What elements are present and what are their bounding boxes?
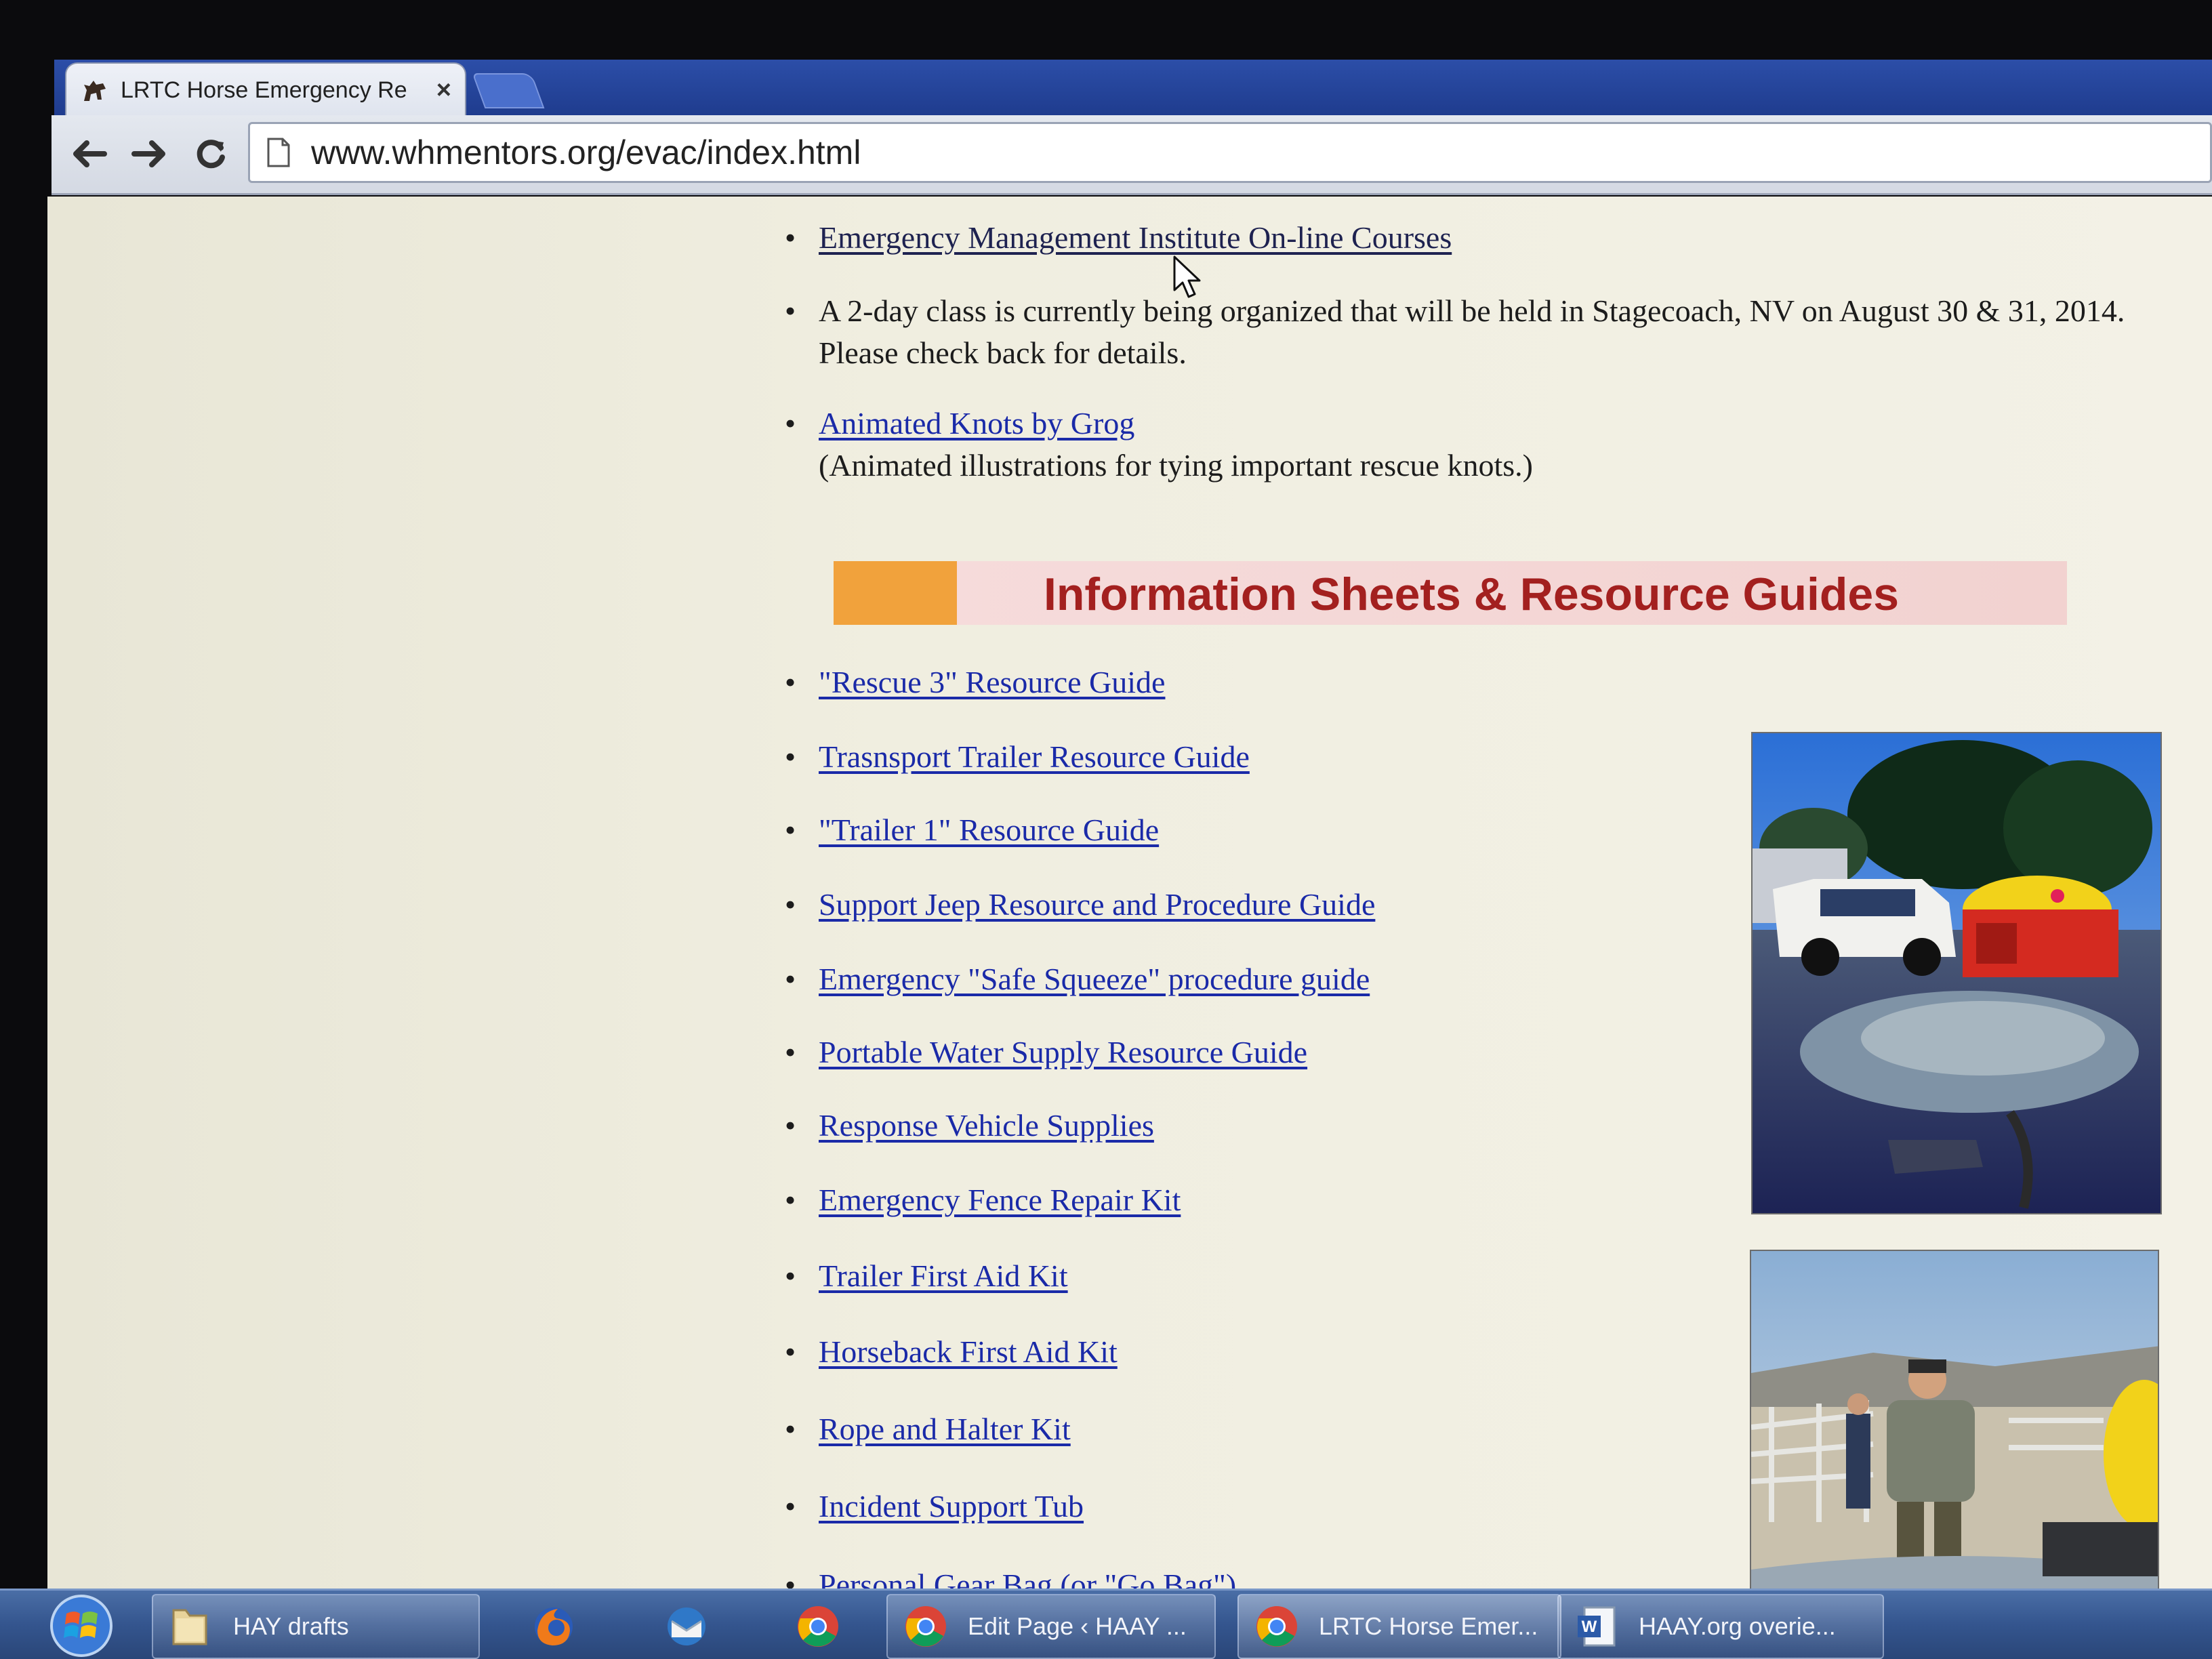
forward-button[interactable] — [126, 130, 173, 178]
folder-icon — [172, 1609, 207, 1645]
list-item: • Trasnsport Trailer Resource Guide — [785, 736, 1250, 778]
class-announcement-text: A 2-day class is currently being organiz… — [819, 293, 2125, 328]
chrome-icon — [1256, 1606, 1297, 1647]
thunderbird-icon — [668, 1607, 705, 1645]
resource-link-horseback-first-aid[interactable]: Horseback First Aid Kit — [819, 1334, 1118, 1369]
list-item: • Personal Gear Bag (or "Go Bag") — [785, 1564, 1236, 1589]
taskbar-item-label: Edit Page ‹ HAAY ... — [968, 1612, 1187, 1640]
bullet: • — [785, 406, 796, 441]
resource-link-incident-tub[interactable]: Incident Support Tub — [819, 1489, 1084, 1523]
section-banner: Information Sheets & Resource Guides — [834, 561, 2067, 625]
back-button[interactable] — [65, 130, 112, 178]
url-text: www.whmentors.org/evac/index.html — [311, 134, 861, 171]
bullet: • — [785, 1489, 796, 1523]
rescue-vehicles-image — [1753, 733, 2160, 1213]
list-item: • Animated Knots by Grog (Animated illus… — [785, 403, 1533, 487]
tab-close-icon[interactable]: × — [436, 76, 451, 105]
taskbar-item-haay-overview[interactable]: W HAAY.org overie... — [1557, 1594, 1884, 1659]
resource-link-trailer1[interactable]: "Trailer 1" Resource Guide — [819, 813, 1159, 847]
page-viewport: • Emergency Management Institute On-line… — [47, 197, 2212, 1589]
taskbar-item-lrtc[interactable]: LRTC Horse Emer... — [1237, 1594, 1561, 1659]
resource-link-fence-repair[interactable]: Emergency Fence Repair Kit — [819, 1183, 1181, 1217]
taskbar-item-label: HAAY.org overie... — [1639, 1612, 1836, 1640]
bullet: • — [785, 1035, 796, 1069]
taskbar-item-hay-drafts[interactable]: HAY drafts — [152, 1594, 480, 1659]
bullet: • — [785, 1258, 796, 1293]
resource-link-trailer-first-aid[interactable]: Trailer First Aid Kit — [819, 1258, 1068, 1293]
mouse-cursor-icon — [1173, 255, 1201, 298]
corral-team-photo — [1750, 1250, 2159, 1589]
rescue-vehicles-photo — [1751, 732, 2162, 1214]
svg-text:W: W — [1582, 1618, 1597, 1636]
list-item: • Rope and Halter Kit — [785, 1408, 1071, 1450]
bullet: • — [785, 1568, 796, 1589]
taskbar-item-edit-page[interactable]: Edit Page ‹ HAAY ... — [886, 1594, 1216, 1659]
resource-link-rescue3[interactable]: "Rescue 3" Resource Guide — [819, 665, 1165, 699]
list-item: • "Rescue 3" Resource Guide — [785, 661, 1165, 703]
taskbar-item-chrome[interactable] — [767, 1594, 869, 1659]
bullet: • — [785, 887, 796, 922]
emi-courses-link[interactable]: Emergency Management Institute On-line C… — [819, 220, 1452, 255]
list-item: • Portable Water Supply Resource Guide — [785, 1031, 1307, 1073]
bullet: • — [785, 1183, 796, 1217]
list-item: • A 2-day class is currently being organ… — [785, 290, 2125, 374]
reload-button[interactable] — [187, 130, 234, 178]
section-title: Information Sheets & Resource Guides — [1044, 569, 1900, 620]
start-button[interactable] — [41, 1593, 122, 1659]
resource-link-support-jeep[interactable]: Support Jeep Resource and Procedure Guid… — [819, 887, 1375, 922]
list-item: • Support Jeep Resource and Procedure Gui… — [785, 884, 1375, 926]
word-icon: W — [1578, 1606, 1616, 1647]
bullet: • — [785, 813, 796, 847]
horse-favicon-icon — [84, 81, 106, 101]
resource-link-rope-halter[interactable]: Rope and Halter Kit — [819, 1412, 1071, 1446]
bullet: • — [785, 1334, 796, 1369]
list-item: • Trailer First Aid Kit — [785, 1255, 1068, 1297]
windows-start-orb-icon — [50, 1595, 112, 1657]
list-item: • "Trailer 1" Resource Guide — [785, 809, 1159, 851]
taskbar-item-firefox[interactable] — [503, 1594, 605, 1659]
bullet: • — [785, 962, 796, 996]
list-item: • Horseback First Aid Kit — [785, 1331, 1118, 1373]
list-item: • Incident Support Tub — [785, 1486, 1084, 1528]
corral-team-image — [1751, 1251, 2158, 1589]
resource-link-vehicle-supplies[interactable]: Response Vehicle Supplies — [819, 1108, 1154, 1143]
taskbar-item-label: HAY drafts — [233, 1612, 349, 1640]
bullet: • — [785, 739, 796, 774]
browser-tab[interactable]: LRTC Horse Emergency Re × — [65, 62, 466, 117]
resource-link-go-bag[interactable]: Personal Gear Bag (or "Go Bag") — [819, 1568, 1236, 1589]
taskbar-item-thunderbird[interactable] — [636, 1594, 737, 1659]
resource-link-safe-squeeze[interactable]: Emergency "Safe Squeeze" procedure guide — [819, 962, 1370, 996]
bullet: • — [785, 220, 796, 255]
bullet: • — [785, 1108, 796, 1143]
list-item: • Emergency Management Institute On-line… — [785, 217, 1452, 259]
taskbar-item-label: LRTC Horse Emer... — [1319, 1612, 1538, 1640]
list-item: • Emergency "Safe Squeeze" procedure guid… — [785, 958, 1370, 1000]
animated-knots-link[interactable]: Animated Knots by Grog — [819, 406, 1134, 441]
chrome-icon — [798, 1606, 838, 1647]
reload-icon — [197, 140, 225, 169]
address-bar[interactable]: www.whmentors.org/evac/index.html — [248, 122, 2212, 183]
forward-arrow-icon — [131, 140, 165, 167]
firefox-icon — [535, 1607, 573, 1645]
class-announcement-text-cont: Please check back for details. — [819, 335, 1187, 370]
animated-knots-note: (Animated illustrations for tying import… — [819, 448, 1533, 483]
resource-link-transport-trailer[interactable]: Trasnsport Trailer Resource Guide — [819, 739, 1250, 774]
back-arrow-icon — [73, 140, 107, 167]
resource-link-water-supply[interactable]: Portable Water Supply Resource Guide — [819, 1035, 1307, 1069]
page-icon — [267, 138, 290, 167]
bullet: • — [785, 1412, 796, 1446]
bullet: • — [785, 665, 796, 699]
chrome-icon — [905, 1606, 946, 1647]
banner-accent-block — [834, 561, 957, 625]
list-item: • Emergency Fence Repair Kit — [785, 1179, 1181, 1221]
bullet: • — [785, 293, 796, 328]
list-item: • Response Vehicle Supplies — [785, 1105, 1154, 1147]
tab-title: LRTC Horse Emergency Re — [121, 77, 407, 103]
